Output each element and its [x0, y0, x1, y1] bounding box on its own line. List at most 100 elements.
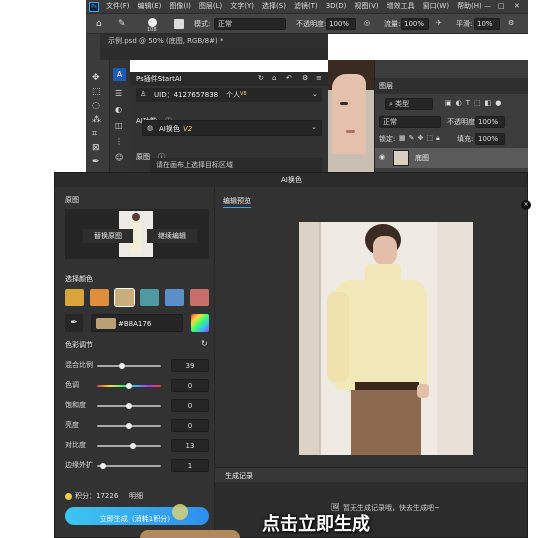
slider-row: 边缘外扩 1	[65, 459, 209, 473]
layers-icon[interactable]: ◫	[115, 122, 123, 130]
expand-chevron-icon[interactable]: ⌄	[312, 91, 318, 98]
color-swatch-5[interactable]	[165, 289, 184, 306]
window-minimize-icon[interactable]: —	[484, 3, 491, 10]
color-icon[interactable]: ◐	[115, 106, 122, 114]
menu-3d[interactable]: 3D(D)	[326, 3, 347, 10]
move-tool-icon[interactable]: ✥	[92, 74, 100, 83]
slider-track[interactable]	[97, 463, 161, 469]
color-swatch-4[interactable]	[140, 289, 159, 306]
plugin-menu-lines-icon[interactable]: ≡	[316, 75, 322, 82]
marquee-tool-icon[interactable]: ⬚	[92, 88, 101, 97]
menu-select[interactable]: 选择(S)	[262, 3, 286, 10]
canvas-lips	[346, 130, 355, 133]
continue-edit-button[interactable]: 继续编辑	[147, 229, 197, 243]
slider-knob[interactable]	[126, 403, 132, 409]
ai-func-select[interactable]: ◍ AI换色 V2 ⌄	[142, 120, 322, 136]
slider-value-field[interactable]: 0	[171, 399, 209, 412]
layer-filter-select[interactable]: ⌕ 类型	[385, 98, 433, 110]
color-swatch-2[interactable]	[90, 289, 109, 306]
brush-tool-icon[interactable]: ✎	[118, 20, 126, 29]
plugin-settings-icon[interactable]: ⚙	[302, 75, 308, 82]
fill-field[interactable]: 100%	[475, 133, 505, 145]
brush-preview-icon[interactable]	[148, 18, 157, 27]
slider-knob[interactable]	[130, 443, 137, 449]
crop-tool-icon[interactable]: ⌗	[92, 130, 97, 139]
menu-edit[interactable]: 编辑(E)	[138, 3, 162, 10]
window-maximize-icon[interactable]: □	[498, 3, 505, 10]
opacity-field[interactable]: 100%	[326, 18, 356, 30]
eyedropper-button[interactable]: ✒	[65, 314, 83, 332]
airbrush-icon[interactable]: ✈	[436, 20, 442, 27]
adjust-icon[interactable]: ☰	[115, 90, 122, 98]
window-close-icon[interactable]: ✕	[514, 3, 520, 10]
frame-tool-icon[interactable]: ⊠	[92, 144, 100, 153]
lock-icons[interactable]: ▦✎✥⬚🔒︎	[399, 135, 443, 142]
menu-image[interactable]: 图像(I)	[169, 3, 191, 10]
slider-track[interactable]	[97, 383, 161, 389]
uid-label: UID：4127657838	[154, 91, 219, 99]
visibility-eye-icon[interactable]: ◉	[379, 154, 385, 161]
color-swatch-1[interactable]	[65, 289, 84, 306]
quick-select-tool-icon[interactable]: ⁂	[92, 116, 101, 125]
plugin-users-icon[interactable]: ☺	[115, 154, 123, 162]
menu-help[interactable]: 帮助(H)	[457, 3, 482, 10]
menu-layer[interactable]: 图层(L)	[199, 3, 222, 10]
plugin-menu-icon[interactable]: ⋮	[115, 138, 123, 146]
reset-icon[interactable]: ↻	[201, 340, 208, 348]
plugin-refresh-icon[interactable]: ↻	[258, 75, 264, 82]
menu-type[interactable]: 文字(Y)	[230, 3, 254, 10]
flow-field[interactable]: 100%	[401, 18, 429, 30]
hex-color-field[interactable]: #B8A176	[91, 314, 183, 332]
layer-filter-icons[interactable]: ▣◐T⬚◧●	[445, 100, 505, 107]
plugin-logo-icon[interactable]: A	[113, 68, 126, 81]
lasso-tool-icon[interactable]: ◌	[92, 102, 100, 111]
home-icon[interactable]: ⌂	[96, 20, 102, 29]
slider-knob[interactable]	[100, 463, 107, 469]
menu-view[interactable]: 视图(V)	[354, 3, 378, 10]
layer-opacity-field[interactable]: 100%	[475, 116, 505, 128]
slider-track[interactable]	[97, 443, 161, 449]
menu-plugins[interactable]: 增效工具	[387, 3, 415, 10]
slider-track[interactable]	[97, 403, 161, 409]
mode-select[interactable]: 正常	[214, 18, 286, 30]
blend-mode-select[interactable]: 正常	[379, 116, 441, 128]
lock-label: 锁定:	[379, 135, 396, 143]
menu-file[interactable]: 文件(F)	[106, 3, 130, 10]
points-detail-link[interactable]: 明细	[129, 493, 143, 500]
smooth-field[interactable]: 10%	[474, 18, 500, 30]
document-tab[interactable]: 示例.psd @ 50% (底图, RGB/8#) *	[108, 38, 223, 45]
history-tab[interactable]: 生成记录	[225, 473, 253, 480]
slider-track[interactable]	[97, 423, 161, 429]
slider-knob[interactable]	[126, 423, 132, 429]
menu-filter[interactable]: 滤镜(T)	[294, 3, 318, 10]
slider-value-field[interactable]: 0	[171, 419, 209, 432]
layer-row[interactable]: ◉ 底图	[375, 148, 529, 168]
color-picker-gradient-icon[interactable]	[191, 314, 209, 332]
layer-name: 底图	[415, 154, 429, 162]
replace-original-button[interactable]: 替换原图	[83, 229, 133, 243]
eyedropper-tool-icon[interactable]: ✒	[92, 158, 100, 167]
ps-left-margin	[0, 0, 86, 172]
slider-value-field[interactable]: 1	[171, 459, 209, 472]
preview-close-icon[interactable]: ×	[521, 200, 531, 210]
slider-knob[interactable]	[118, 363, 125, 369]
menu-window[interactable]: 窗口(W)	[423, 3, 449, 10]
plugin-home-icon[interactable]: ⌂	[272, 75, 276, 82]
layers-tab[interactable]: 图层	[379, 83, 393, 90]
color-swatch-3[interactable]	[114, 288, 135, 307]
preview-wall-panel	[299, 222, 321, 455]
history-tab-bg	[215, 468, 527, 482]
brush-panel-icon[interactable]	[174, 19, 184, 29]
slider-knob[interactable]	[126, 383, 132, 389]
color-swatch-6[interactable]	[190, 289, 209, 306]
settings-gear-icon[interactable]: ⚙	[508, 20, 514, 27]
slider-track[interactable]	[97, 363, 161, 369]
pressure-opacity-icon[interactable]: ◎	[364, 20, 370, 27]
left-panel: 原图 替换原图 继续编辑 选择颜色 ✒ #B8A176 色彩调节 ↻ 混合比例 …	[55, 187, 215, 537]
slider-value-field[interactable]: 13	[171, 439, 209, 452]
plugin-undo-icon[interactable]: ↶	[286, 75, 292, 82]
slider-value-field[interactable]: 39	[171, 359, 209, 372]
preview-tab[interactable]: 编辑预览	[223, 198, 251, 205]
points-coin-icon	[65, 493, 72, 500]
slider-value-field[interactable]: 0	[171, 379, 209, 392]
